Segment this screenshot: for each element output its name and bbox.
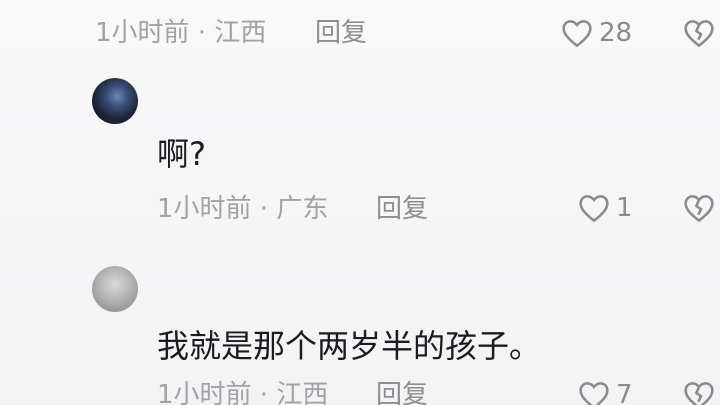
broken-heart-icon — [684, 382, 714, 405]
comment-meta-2: 1小时前 · 广东 — [157, 194, 329, 224]
heart-outline-icon — [562, 20, 592, 48]
like-button-2[interactable]: 1 — [578, 193, 633, 223]
dislike-button-2[interactable] — [683, 193, 715, 223]
like-count-3: 7 — [616, 380, 633, 405]
comment-meta-3: 1小时前 · 江西 — [157, 380, 329, 405]
broken-heart-icon — [684, 20, 714, 48]
dislike-button-1[interactable] — [683, 18, 715, 48]
comment-thread: 1小时前 · 江西 回复 28 啊? 1小时前 · 广东 回复 1 我就是那个两… — [0, 0, 720, 405]
avatar-3[interactable] — [92, 266, 138, 312]
like-count-2: 1 — [616, 193, 633, 223]
reply-button-1[interactable]: 回复 — [315, 20, 367, 46]
comment-text-3: 我就是那个两岁半的孩子。 — [157, 327, 542, 365]
comment-meta-1: 1小时前 · 江西 — [95, 18, 267, 48]
dislike-button-3[interactable] — [683, 380, 715, 405]
heart-outline-icon — [579, 195, 609, 223]
like-button-1[interactable]: 28 — [561, 18, 632, 48]
heart-outline-icon — [579, 382, 609, 405]
like-count-1: 28 — [599, 18, 633, 48]
avatar-2[interactable] — [92, 78, 138, 124]
like-button-3[interactable]: 7 — [578, 380, 633, 405]
comment-text-2: 啊? — [157, 135, 206, 173]
reply-button-2[interactable]: 回复 — [376, 196, 428, 222]
reply-button-3[interactable]: 回复 — [376, 382, 428, 405]
broken-heart-icon — [684, 195, 714, 223]
